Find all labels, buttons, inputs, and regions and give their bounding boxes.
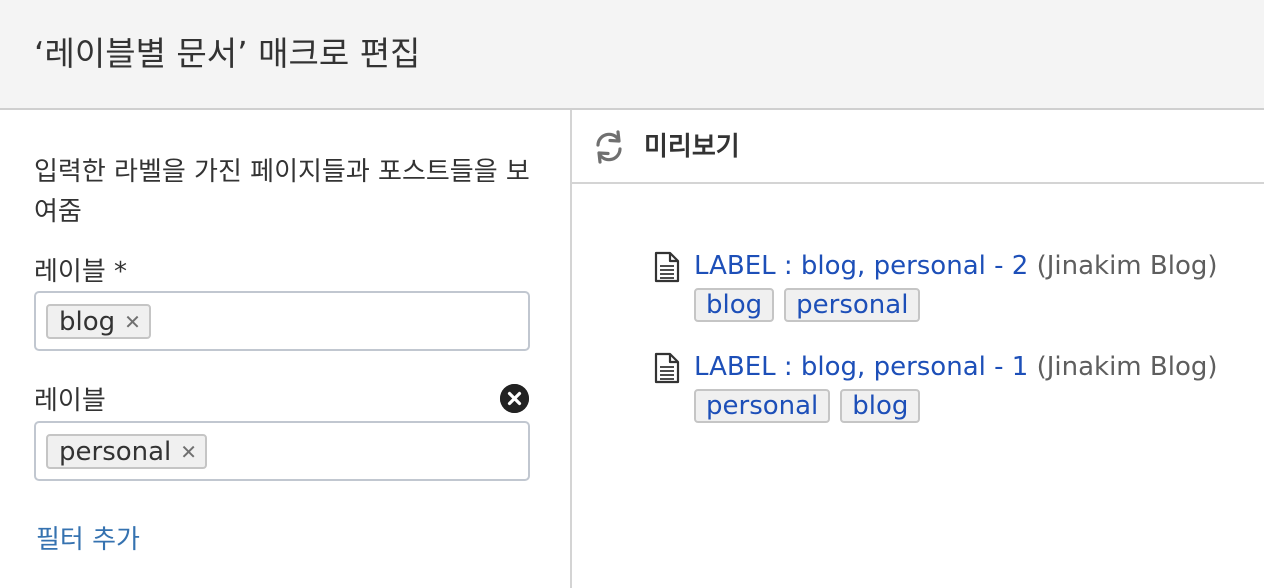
- preview-result-item: LABEL : blog, personal - 1 (Jinakim Blog…: [654, 347, 1254, 427]
- refresh-icon[interactable]: [592, 130, 626, 164]
- macro-description: 입력한 라벨을 가진 페이지들과 포스트들을 보여줌: [34, 157, 530, 227]
- result-space-name: (Jinakim Blog): [1036, 251, 1218, 281]
- page-icon: [654, 352, 680, 384]
- label-tag[interactable]: personal: [694, 389, 831, 423]
- preview-panel: 미리보기 LABEL : blog, personal - 2 (Jinakim…: [572, 110, 1264, 588]
- label-tag[interactable]: personal: [784, 288, 921, 322]
- chip-remove-icon[interactable]: ✕: [124, 312, 141, 332]
- add-filter-link[interactable]: 필터 추가: [36, 520, 140, 560]
- dialog-title: ‘레이블별 문서’ 매크로 편집: [34, 34, 421, 73]
- result-page-link[interactable]: LABEL : blog, personal - 1: [694, 352, 1028, 382]
- result-tags: personal blog: [694, 389, 921, 423]
- macro-editor-dialog: ‘레이블별 문서’ 매크로 편집 입력한 라벨을 가진 페이지들과 포스트들을 …: [0, 0, 1264, 588]
- label-field-2-input[interactable]: personal ✕: [34, 421, 530, 481]
- result-space-name: (Jinakim Blog): [1036, 352, 1218, 382]
- label-chip-text: personal: [59, 436, 172, 467]
- chip-remove-icon[interactable]: ✕: [180, 442, 197, 462]
- remove-filter-button[interactable]: [500, 384, 529, 413]
- result-tags: blog personal: [694, 288, 921, 322]
- result-title-line: LABEL : blog, personal - 2 (Jinakim Blog…: [694, 246, 1218, 286]
- dialog-header: ‘레이블별 문서’ 매크로 편집: [0, 0, 1264, 110]
- preview-result-item: LABEL : blog, personal - 2 (Jinakim Blog…: [654, 246, 1254, 326]
- page-icon: [654, 251, 680, 283]
- label-field-1-input[interactable]: blog ✕: [34, 291, 530, 351]
- preview-header: 미리보기: [572, 110, 1264, 184]
- label-field-1-label: 레이블 *: [34, 257, 128, 287]
- result-title-line: LABEL : blog, personal - 1 (Jinakim Blog…: [694, 347, 1218, 387]
- label-tag[interactable]: blog: [694, 288, 775, 322]
- label-chip-personal: personal ✕: [46, 434, 208, 469]
- label-tag[interactable]: blog: [840, 389, 921, 423]
- label-chip-blog: blog ✕: [46, 304, 151, 339]
- label-field-2-label: 레이블: [34, 386, 106, 416]
- preview-title: 미리보기: [644, 132, 740, 162]
- close-circle-icon: [500, 384, 529, 413]
- macro-parameters-panel: 입력한 라벨을 가진 페이지들과 포스트들을 보여줌 레이블 * blog ✕ …: [0, 110, 570, 588]
- label-chip-text: blog: [59, 306, 116, 337]
- result-page-link[interactable]: LABEL : blog, personal - 2: [694, 251, 1028, 281]
